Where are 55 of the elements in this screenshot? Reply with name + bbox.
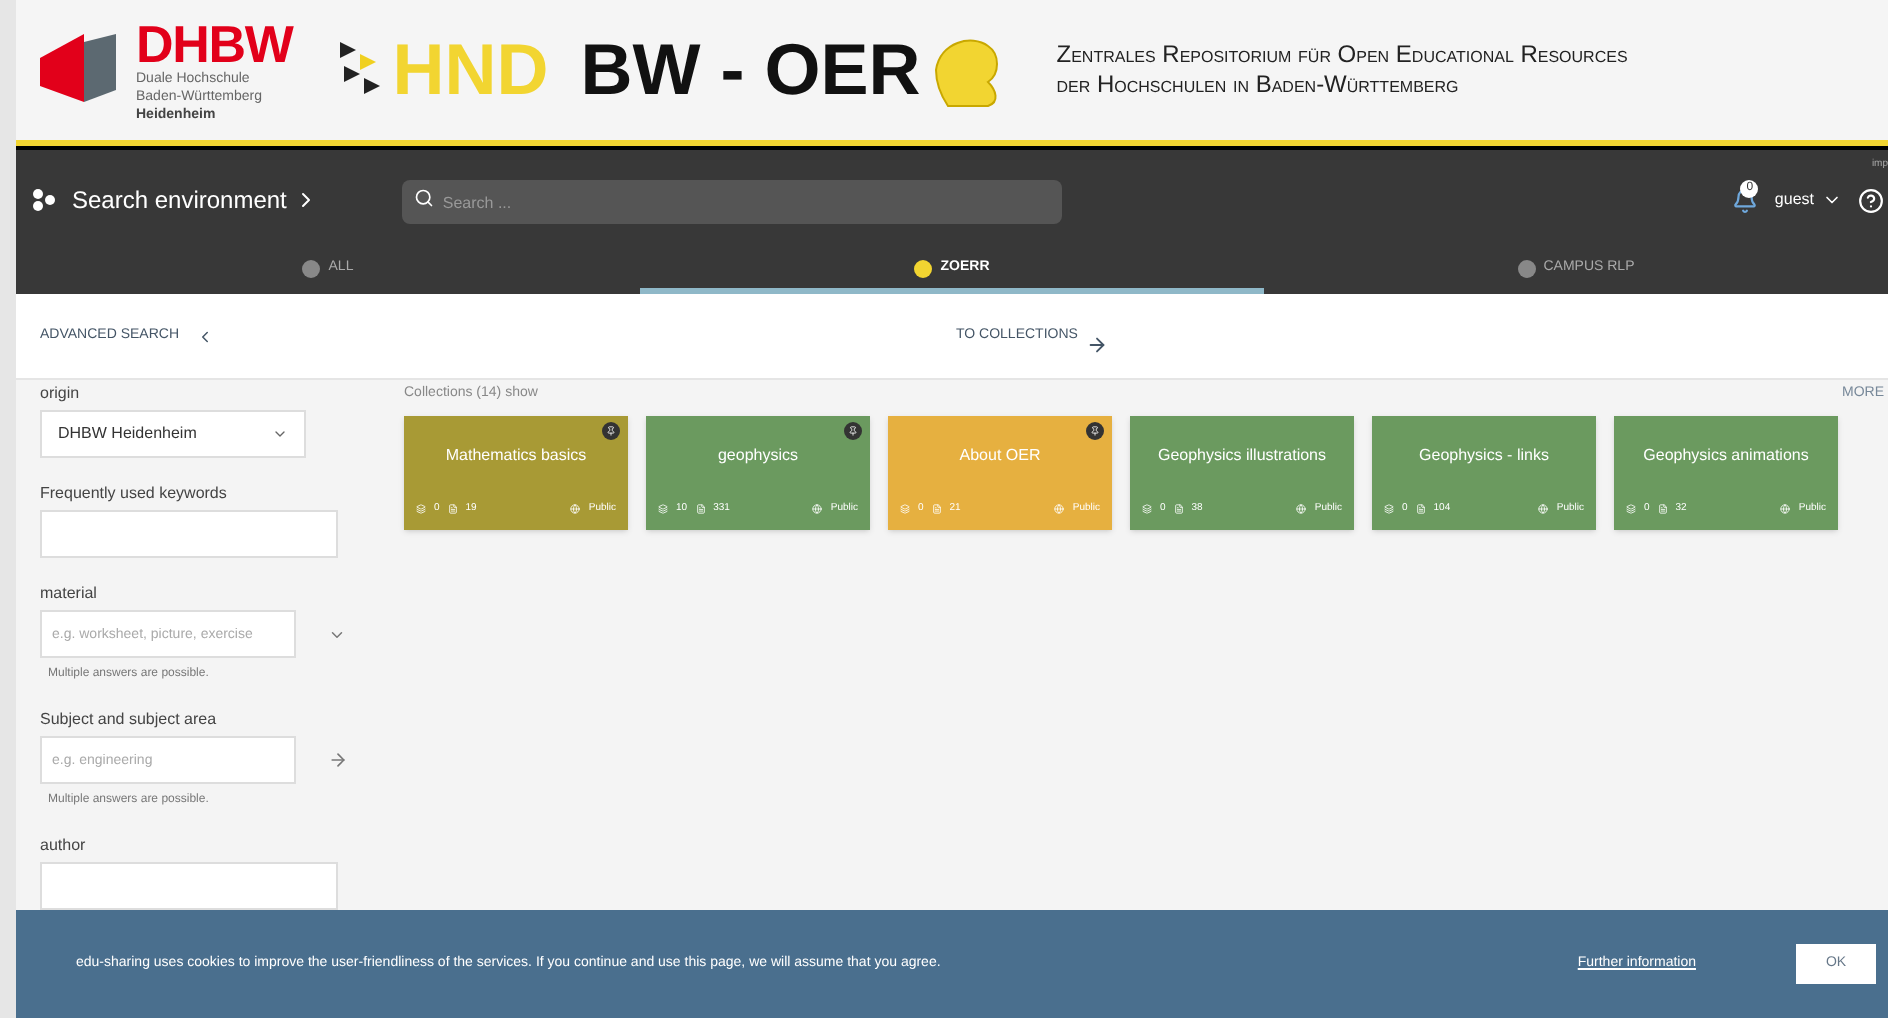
origin-select[interactable]: DHBW Heidenheim (40, 410, 306, 458)
field-label: Frequently used keywords (40, 484, 229, 504)
globe-icon (570, 504, 581, 515)
collection-title: Geophysics animations (1641, 443, 1811, 468)
field-label: material (40, 584, 99, 604)
pin-icon (844, 421, 862, 439)
field-label: origin (40, 384, 82, 404)
logo-text: HND (392, 34, 549, 106)
tagline-text: der Hochschulen in Baden-Württemberg (1056, 70, 1461, 100)
collection-title: Mathematics basics (443, 443, 589, 467)
field-label: author (40, 836, 88, 856)
help-icon[interactable] (1858, 187, 1884, 213)
file-icon (931, 504, 942, 515)
globe-icon (812, 504, 823, 515)
pin-icon (602, 421, 620, 439)
caret-icon (272, 426, 288, 442)
collection-title: About OER (957, 443, 1043, 467)
text-field[interactable] (40, 510, 338, 558)
collections-icon (1142, 504, 1152, 515)
search-field[interactable]: Search ... (402, 180, 1063, 225)
tab-icon (302, 260, 321, 278)
dhbw-logo-icon (40, 34, 120, 106)
collections-icon (1384, 504, 1394, 515)
tab-icon (914, 260, 933, 278)
file-icon (695, 504, 706, 515)
collection-title: geophysics (715, 443, 801, 468)
environment-button[interactable]: Search environment (72, 182, 319, 218)
file-icon (1657, 504, 1668, 515)
file-icon (1415, 504, 1426, 515)
field-label: Subject and subject area (40, 710, 219, 730)
arrow-right-icon (1085, 333, 1108, 355)
globe-icon (1780, 504, 1791, 515)
logo-text: DHBW (136, 17, 293, 69)
text-field[interactable] (40, 862, 338, 910)
globe-icon (1054, 504, 1065, 515)
collections-icon (416, 504, 426, 515)
collection-title: Geophysics illustrations (1155, 443, 1329, 468)
user-menu[interactable]: guest (1774, 188, 1842, 212)
triangles-icon (340, 42, 385, 98)
globe-icon (1296, 504, 1307, 515)
tab-icon (1517, 260, 1536, 278)
tagline-text: Zentrales Repositorium für Open Educational Resources (1056, 40, 1628, 70)
collection-title: Geophysics - links (1417, 443, 1551, 468)
file-icon (1173, 504, 1184, 515)
bell-icon[interactable] (1732, 187, 1759, 213)
collections-icon (658, 504, 668, 515)
environment-icon (32, 188, 56, 212)
search-icon (414, 187, 435, 208)
arrow-icon[interactable] (328, 750, 348, 770)
globe-icon (1538, 504, 1549, 515)
logo-text: BW - OER (580, 34, 921, 106)
file-icon (447, 504, 458, 515)
pin-icon (1086, 421, 1104, 439)
collections-icon (900, 504, 910, 515)
collections-icon (1626, 504, 1636, 515)
